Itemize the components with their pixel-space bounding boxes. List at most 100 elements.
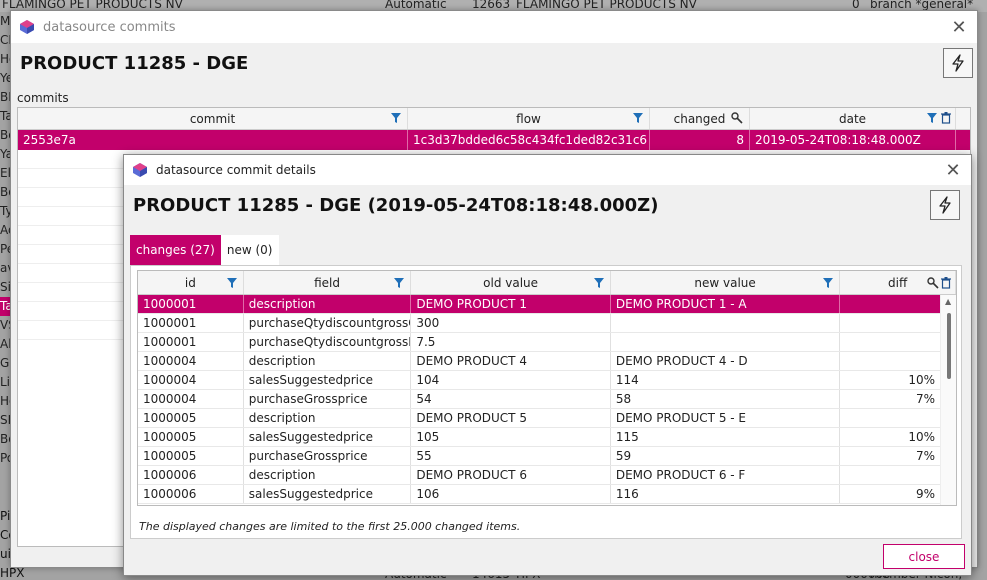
column-header-changed[interactable]: changed — [650, 108, 750, 129]
search-icon[interactable] — [731, 112, 743, 124]
lightning-button[interactable] — [943, 48, 973, 78]
search-icon[interactable] — [927, 277, 939, 289]
vertical-scrollbar[interactable]: ▲ — [940, 295, 956, 505]
column-header-commit[interactable]: commit — [18, 108, 408, 129]
column-label: old value — [483, 275, 539, 290]
dialog-header: PRODUCT 11285 - DGE — [11, 43, 977, 83]
table-row[interactable]: 1000006 description DEMO PRODUCT 6 DEMO PRO… — [138, 466, 956, 485]
table-row[interactable]: 1000001 purchaseQtydiscountgrossPri 7.5 — [138, 333, 956, 352]
close-icon[interactable]: ✕ — [943, 160, 963, 181]
cell-new-value: 58 — [611, 390, 841, 408]
table-row[interactable]: 1000004 purchaseGrossprice 54 58 7% — [138, 390, 956, 409]
table-row[interactable]: 1000005 salesSuggestedprice 105 115 10% — [138, 428, 956, 447]
commit-details-dialog: datasource commit details ✕ PRODUCT 1128… — [123, 154, 972, 576]
filter-icon[interactable] — [226, 278, 237, 288]
dialog-title: datasource commit details — [156, 163, 316, 177]
column-label: commit — [189, 111, 236, 126]
cell-field: description — [244, 295, 412, 313]
dialog-header: PRODUCT 11285 - DGE (2019-05-24T08:18:48… — [124, 185, 971, 225]
cell-id: 1000004 — [138, 352, 244, 370]
column-label: changed — [673, 111, 726, 126]
grid-header: id field old value new value diff — [138, 271, 956, 295]
column-label: diff — [888, 275, 908, 290]
filter-icon[interactable] — [823, 278, 834, 288]
cell-field: purchaseGrossprice — [244, 447, 412, 465]
cell-field: purchaseQtydiscountgrossQu — [244, 314, 412, 332]
cell-diff — [840, 295, 956, 313]
cell-diff — [840, 352, 956, 370]
page-title: PRODUCT 11285 - DGE — [20, 53, 249, 74]
filter-icon[interactable] — [391, 113, 401, 123]
changes-grid: id field old value new value diff 100000… — [137, 270, 957, 506]
cell-field: description — [244, 466, 412, 484]
cell-diff: 10% — [840, 371, 956, 389]
cell-id: 1000005 — [138, 409, 244, 427]
cell-field: purchaseGrossprice — [244, 390, 412, 408]
filter-icon[interactable] — [394, 278, 405, 288]
cell-field: purchaseQtydiscountgrossPri — [244, 333, 412, 351]
cell-new-value: DEMO PRODUCT 5 - E — [611, 409, 841, 427]
cell-field: salesSuggestedprice — [244, 485, 412, 503]
column-header-field[interactable]: field — [244, 271, 412, 294]
column-label: flow — [516, 111, 541, 126]
cell-diff — [840, 466, 956, 484]
cell-old-value: 106 — [411, 485, 611, 503]
column-header-new-value[interactable]: new value — [611, 271, 841, 294]
filter-icon[interactable] — [633, 113, 643, 123]
cell-id: 1000005 — [138, 428, 244, 446]
cell-changed: 8 — [650, 130, 750, 150]
scroll-up-icon[interactable]: ▲ — [945, 297, 951, 306]
trash-icon[interactable] — [941, 277, 952, 289]
cell-old-value: 54 — [411, 390, 611, 408]
tab-new[interactable]: new (0) — [220, 235, 279, 265]
dialog-title: datasource commits — [43, 19, 176, 35]
table-row[interactable]: 2553e7a 1c3d37bdded6c58c434fc1ded82c31c6… — [18, 130, 970, 150]
cell-new-value: DEMO PRODUCT 4 - D — [611, 352, 841, 370]
cell-new-value: 115 — [611, 428, 841, 446]
cell-id: 1000004 — [138, 371, 244, 389]
dialog-titlebar[interactable]: datasource commit details ✕ — [124, 155, 971, 185]
cell-diff: 9% — [840, 485, 956, 503]
table-row[interactable]: 1000001 description DEMO PRODUCT 1 DEMO PRO… — [138, 295, 956, 314]
cell-old-value: 104 — [411, 371, 611, 389]
cell-old-value: DEMO PRODUCT 4 — [411, 352, 611, 370]
bg-top-branch: branch *general* — [870, 0, 974, 11]
table-row[interactable]: 1000004 description DEMO PRODUCT 4 DEMO PRO… — [138, 352, 956, 371]
trash-icon[interactable] — [941, 112, 951, 124]
table-row[interactable]: 1000006 salesSuggestedprice 106 116 9% — [138, 485, 956, 504]
table-row[interactable]: 1000005 description DEMO PRODUCT 5 DEMO PRO… — [138, 409, 956, 428]
cell-diff — [840, 314, 956, 332]
table-row[interactable]: 1000005 purchaseGrossprice 55 59 7% — [138, 447, 956, 466]
tab-changes[interactable]: changes (27) — [130, 235, 221, 265]
cell-new-value: 116 — [611, 485, 841, 503]
bg-top-name: FLAMINGO PET PRODUCTS NV — [2, 0, 183, 11]
close-icon[interactable]: ✕ — [949, 17, 969, 38]
close-button[interactable]: close — [883, 544, 965, 569]
column-header-date[interactable]: date — [750, 108, 956, 129]
column-header-diff[interactable]: diff — [840, 271, 956, 294]
column-label: date — [838, 111, 867, 126]
tab-bar: changes (27) new (0) — [130, 235, 279, 265]
cell-new-value — [611, 333, 841, 351]
cell-new-value: DEMO PRODUCT 6 - F — [611, 466, 841, 484]
lightning-icon — [952, 54, 964, 72]
column-header-old-value[interactable]: old value — [411, 271, 611, 294]
lightning-button[interactable] — [930, 190, 960, 220]
table-row[interactable]: 1000004 salesSuggestedprice 104 114 10% — [138, 371, 956, 390]
column-header-id[interactable]: id — [138, 271, 244, 294]
cell-old-value: DEMO PRODUCT 5 — [411, 409, 611, 427]
cell-field: description — [244, 352, 412, 370]
dialog-titlebar[interactable]: datasource commits ✕ — [11, 11, 977, 43]
scrollbar-thumb[interactable] — [947, 313, 951, 379]
cell-field: salesSuggestedprice — [244, 428, 412, 446]
cell-commit: 2553e7a — [18, 130, 408, 150]
table-row[interactable]: 1000001 purchaseQtydiscountgrossQu 300 — [138, 314, 956, 333]
cell-old-value: DEMO PRODUCT 1 — [411, 295, 611, 313]
filter-icon[interactable] — [927, 113, 937, 123]
bg-top-mode: Automatic — [385, 0, 447, 11]
column-header-flow[interactable]: flow — [408, 108, 650, 129]
app-logo-icon — [132, 162, 148, 178]
cell-id: 1000004 — [138, 390, 244, 408]
page-title: PRODUCT 11285 - DGE (2019-05-24T08:18:48… — [133, 195, 659, 216]
filter-icon[interactable] — [593, 278, 604, 288]
